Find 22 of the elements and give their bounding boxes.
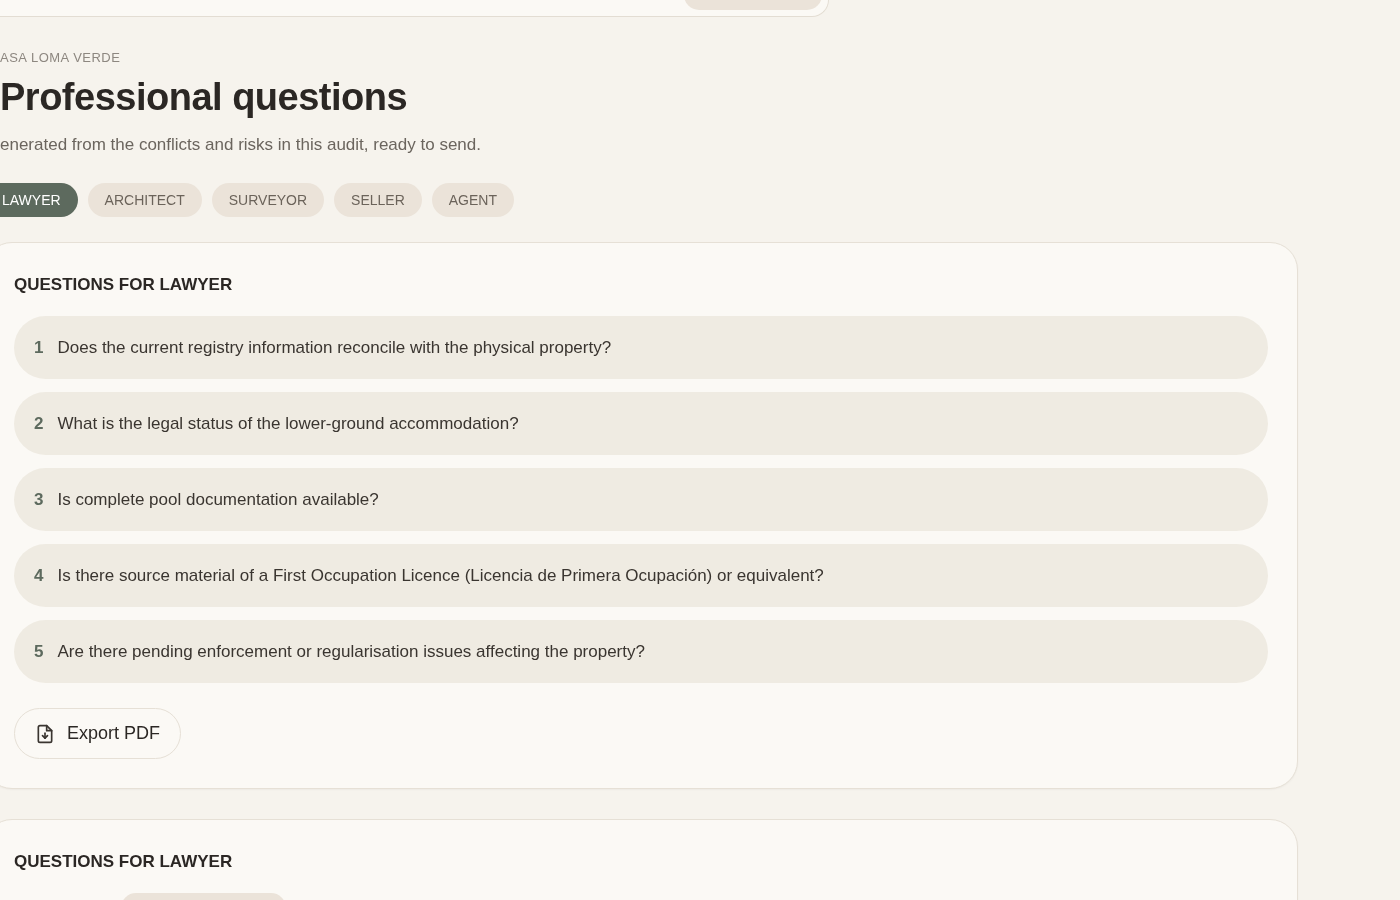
page-subtitle: enerated from the conflicts and risks in this audit, ready to send. bbox=[0, 133, 482, 156]
question-number: 3 bbox=[34, 488, 44, 511]
export-pdf-button[interactable]: Export PDF bbox=[14, 708, 182, 759]
question-number: 4 bbox=[34, 564, 44, 587]
question-number: 2 bbox=[34, 412, 44, 435]
question-text: What is the legal status of the lower-ground accommodation? bbox=[57, 412, 519, 435]
card-heading: QUESTIONS FOR LAWYER bbox=[14, 274, 234, 296]
question-text: Is there source material of a First Occupation Licence (Licencia de Primera Ocupación) or equivalent? bbox=[57, 564, 824, 587]
page-title: Professional questions bbox=[0, 74, 409, 120]
property-name: ASA LOMA VERDE bbox=[0, 49, 122, 67]
role-tab[interactable]: SURVEYOR bbox=[211, 183, 325, 217]
role-tab[interactable]: LAWYER bbox=[0, 183, 78, 217]
question-number: 5 bbox=[34, 640, 44, 663]
question-text: Is complete pool documentation available? bbox=[57, 488, 379, 511]
role-tab[interactable]: ARCHITECT bbox=[87, 183, 202, 217]
file-download-icon bbox=[35, 723, 55, 744]
role-tab[interactable]: SELLER bbox=[334, 183, 422, 217]
card-heading: QUESTIONS FOR LAWYER bbox=[14, 851, 234, 873]
question-number: 1 bbox=[34, 336, 44, 359]
question-text: Are there pending enforcement or regularisation issues affecting the property? bbox=[57, 640, 645, 663]
question-text: Does the current registry information reconcile with the physical property? bbox=[57, 336, 612, 359]
role-tab[interactable]: AGENT bbox=[431, 183, 514, 217]
